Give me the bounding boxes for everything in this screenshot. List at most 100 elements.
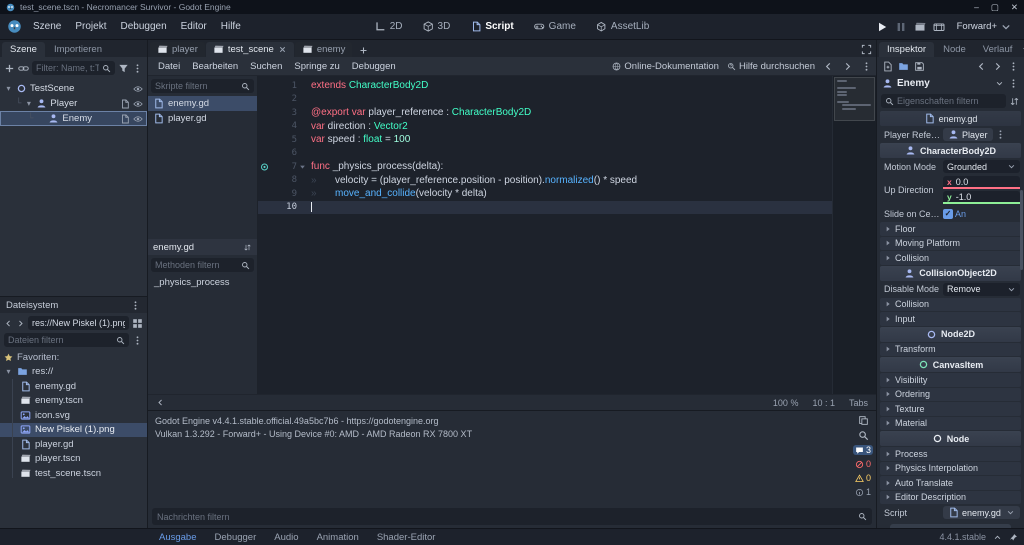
workspace-assetlib[interactable]: AssetLib <box>589 18 656 35</box>
script-picker[interactable]: enemy.gd <box>943 506 1020 519</box>
search-help-link[interactable]: Hilfe durchsuchen <box>727 61 815 72</box>
method-physics-process[interactable]: _physics_process <box>148 275 257 290</box>
scripts-filter-input[interactable] <box>155 81 238 91</box>
dropdown-motion-mode[interactable]: Grounded <box>943 160 1020 173</box>
file-filter-input[interactable] <box>8 335 113 345</box>
scene-tab-test-scene[interactable]: test_scene <box>205 42 294 57</box>
property-filter-input[interactable] <box>897 96 1002 106</box>
collapse-arrow-icon[interactable]: ▾ <box>4 84 13 93</box>
eye-icon[interactable] <box>133 84 143 94</box>
code-line-1[interactable]: 1 extends CharacterBody2D <box>258 79 832 93</box>
inspector-group-editor-description[interactable]: Editor Description <box>880 490 1021 504</box>
code-line-8[interactable]: 8 » velocity = (player_reference.position … <box>258 174 832 188</box>
workspace-script[interactable]: Script <box>463 18 520 35</box>
window-maximize-button[interactable]: ▢ <box>991 2 999 13</box>
scene-node-testscene[interactable]: ▾ TestScene <box>0 81 147 96</box>
scene-tab-enemy[interactable]: enemy <box>294 42 353 57</box>
code-line-6[interactable]: 6 <box>258 147 832 161</box>
file-icon-svg[interactable]: icon.svg <box>0 408 147 423</box>
zoom-level[interactable]: 100 % <box>773 398 799 408</box>
script-menu-suchen[interactable]: Suchen <box>244 59 288 74</box>
inspector-group-floor[interactable]: Floor <box>880 222 1021 236</box>
inspector-group-input[interactable]: Input <box>880 312 1021 326</box>
inspector-group-visibility[interactable]: Visibility <box>880 373 1021 387</box>
movie-mode-button[interactable] <box>933 21 945 33</box>
script-panel-menu-button[interactable] <box>861 61 872 72</box>
code-minimap[interactable] <box>832 76 876 394</box>
inspector-group-process[interactable]: Process <box>880 447 1021 461</box>
script-menu-debuggen[interactable]: Debuggen <box>346 59 402 74</box>
script-item-enemy-gd[interactable]: enemy.gd <box>148 96 257 111</box>
online-docs-link[interactable]: Online-Dokumentation <box>612 61 719 72</box>
menu-projekt[interactable]: Projekt <box>68 18 113 35</box>
dock-tab-importieren[interactable]: Importieren <box>46 42 110 57</box>
hscroll-left-icon[interactable] <box>156 398 165 407</box>
file-test-scene-tscn[interactable]: test_scene.tscn <box>0 466 147 481</box>
output-filter-input[interactable] <box>157 511 854 522</box>
checkbox-slide-on-ceiling[interactable]: ✓ <box>943 208 953 219</box>
add-metadata-button[interactable]: Metadaten hinzufügen <box>890 524 1011 528</box>
bottom-tab-shader-editor[interactable]: Shader-Editor <box>369 531 444 544</box>
output-count-messages[interactable]: 3 <box>852 445 873 455</box>
script-menu-datei[interactable]: Datei <box>152 59 186 74</box>
script-icon[interactable] <box>120 99 130 109</box>
inspector-group-moving-platform[interactable]: Moving Platform <box>880 236 1021 250</box>
vector-field-y[interactable]: y -1.0 <box>943 191 1020 204</box>
vector-field-x[interactable]: x 0.0 <box>943 176 1020 189</box>
workspace-3d[interactable]: 3D <box>416 18 458 35</box>
workspace-2d[interactable]: 2D <box>368 18 410 35</box>
pause-button[interactable] <box>895 21 907 33</box>
history-forward-button[interactable] <box>16 319 25 328</box>
script-icon[interactable] <box>120 114 130 124</box>
favorites-row[interactable]: Favoriten: <box>0 350 147 365</box>
sort-methods-icon[interactable] <box>243 243 252 252</box>
inspector-tab-verlauf[interactable]: Verlauf <box>975 42 1021 57</box>
code-line-2[interactable]: 2 <box>258 93 832 107</box>
code-line-10[interactable]: 10 <box>258 200 832 214</box>
eye-icon[interactable] <box>133 99 143 109</box>
minimap-viewport[interactable] <box>834 77 875 121</box>
pin-bottom-panel-icon[interactable] <box>1009 533 1018 542</box>
load-resource-button[interactable] <box>898 61 909 72</box>
code-line-4[interactable]: 4 var direction : Vector2 <box>258 120 832 134</box>
menu-szene[interactable]: Szene <box>26 18 68 35</box>
close-tab-icon[interactable] <box>278 45 287 54</box>
script-history-forward-button[interactable] <box>842 61 853 72</box>
indent-type[interactable]: Tabs <box>849 398 868 408</box>
engine-version[interactable]: 4.4.1.stable <box>939 532 986 542</box>
file-enemy-tscn[interactable]: enemy.tscn <box>0 394 147 409</box>
inspector-group-material[interactable]: Material <box>880 416 1021 430</box>
file-player-gd[interactable]: player.gd <box>0 437 147 452</box>
inspector-history-back-button[interactable] <box>976 61 987 72</box>
code-line-7[interactable]: 7 func _physics_process(delta): <box>258 160 832 174</box>
collapse-arrow-icon[interactable]: ▾ <box>24 99 33 108</box>
resource-picker-player-reference[interactable]: Player <box>943 128 993 141</box>
bottom-tab-audio[interactable]: Audio <box>266 531 306 544</box>
file-filter-menu-button[interactable] <box>132 335 143 346</box>
menu-editor[interactable]: Editor <box>174 18 214 35</box>
bottom-tab-animation[interactable]: Animation <box>309 531 367 544</box>
script-menu-springe-zu[interactable]: Springe zu <box>288 59 345 74</box>
methods-filter-input[interactable] <box>155 260 238 270</box>
script-history-back-button[interactable] <box>823 61 834 72</box>
inspector-script-header[interactable]: enemy.gd <box>880 111 1021 126</box>
filesystem-menu-button[interactable] <box>130 300 141 311</box>
node-extra-menu-button[interactable] <box>1008 78 1019 89</box>
inspector-history-forward-button[interactable] <box>992 61 1003 72</box>
play-button[interactable] <box>876 21 888 33</box>
window-close-button[interactable]: ✕ <box>1011 2 1018 13</box>
workspace-game[interactable]: Game <box>527 18 583 35</box>
inspector-group-transform[interactable]: Transform <box>880 342 1021 356</box>
scene-filter-input[interactable] <box>36 63 99 73</box>
dock-tab-szene[interactable]: Szene <box>2 42 45 57</box>
file-new-piskel-1-png[interactable]: New Piskel (1).png <box>0 422 147 437</box>
scene-dock-menu-button[interactable] <box>132 63 143 74</box>
scene-node-player[interactable]: └ ▾ Player <box>0 96 147 111</box>
fold-arrow-icon[interactable] <box>297 163 308 171</box>
history-back-button[interactable] <box>4 319 13 328</box>
inspector-tab-inspektor[interactable]: Inspektor <box>879 42 935 57</box>
file-player-tscn[interactable]: player.tscn <box>0 452 147 467</box>
inspector-group-texture[interactable]: Texture <box>880 402 1021 416</box>
distraction-free-button[interactable] <box>861 44 872 55</box>
menu-hilfe[interactable]: Hilfe <box>214 18 248 35</box>
